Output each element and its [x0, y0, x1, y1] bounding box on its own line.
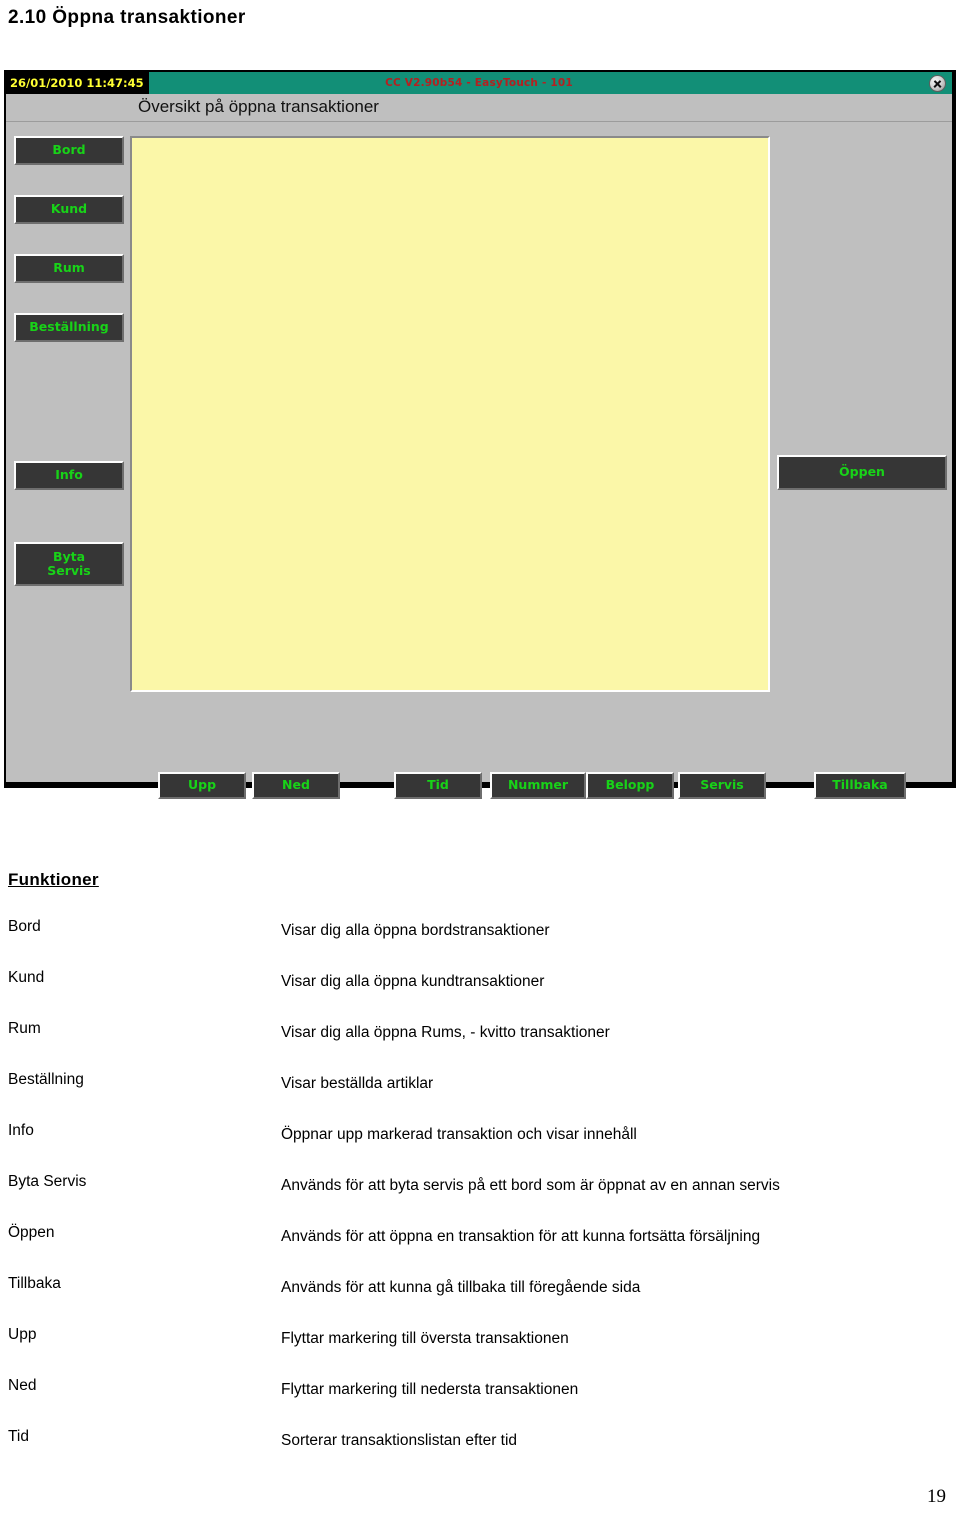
sidebar-button-bord[interactable]: Bord: [14, 136, 124, 165]
sidebar-button-byta-servis[interactable]: Byta Servis: [14, 542, 124, 586]
function-description: Används för att öppna en transaktion för…: [281, 1228, 761, 1245]
bottom-button-upp[interactable]: Upp: [158, 772, 246, 799]
function-description: Öppnar upp markerad transaktion och visa…: [281, 1126, 637, 1143]
bottom-button-belopp[interactable]: Belopp: [586, 772, 674, 799]
close-icon[interactable]: [929, 75, 946, 92]
page-number: 19: [927, 1486, 946, 1507]
function-name: Kund: [8, 969, 45, 986]
bottom-button-tid[interactable]: Tid: [394, 772, 482, 799]
bottom-button-nummer[interactable]: Nummer: [490, 772, 586, 799]
transaction-list[interactable]: [130, 136, 770, 692]
function-description: Flyttar markering till översta transakti…: [281, 1330, 569, 1347]
function-name: Ned: [8, 1377, 37, 1394]
function-name: Öppen: [8, 1224, 55, 1241]
function-name: Tillbaka: [8, 1275, 61, 1292]
function-description: Sorterar transaktionslistan efter tid: [281, 1432, 518, 1449]
screen-title: Översikt på öppna transaktioner: [138, 97, 379, 116]
functions-section-title: Funktioner: [8, 870, 99, 889]
function-description: Flyttar markering till nedersta transakt…: [281, 1381, 579, 1398]
function-name: Upp: [8, 1326, 37, 1343]
page-title: 2.10 Öppna transaktioner: [8, 7, 246, 28]
sidebar-button-beställning[interactable]: Beställning: [14, 313, 124, 342]
function-name: Tid: [8, 1428, 29, 1445]
bottom-button-tillbaka[interactable]: Tillbaka: [814, 772, 906, 799]
function-description: Visar beställda artiklar: [281, 1075, 434, 1092]
bottom-button-ned[interactable]: Ned: [252, 772, 340, 799]
function-description: Visar dig alla öppna kundtransaktioner: [281, 973, 545, 990]
sidebar-button-info[interactable]: Info: [14, 461, 124, 490]
window-titlebar: CC V2.90b54 - EasyTouch - 101 26/01/2010…: [6, 72, 952, 94]
function-description: Används för att kunna gå tillbaka till f…: [281, 1279, 641, 1296]
function-description: Visar dig alla öppna bordstransaktioner: [281, 922, 550, 939]
screen-header: Översikt på öppna transaktioner: [6, 94, 952, 122]
datetime-display: 26/01/2010 11:47:45: [6, 72, 149, 94]
function-name: Bord: [8, 918, 41, 935]
bottom-button-servis[interactable]: Servis: [678, 772, 766, 799]
application-screenshot: CC V2.90b54 - EasyTouch - 101 26/01/2010…: [4, 70, 956, 799]
sidebar-button-kund[interactable]: Kund: [14, 195, 124, 224]
function-name: Byta Servis: [8, 1173, 87, 1190]
sidebar-button-rum[interactable]: Rum: [14, 254, 124, 283]
open-button[interactable]: Öppen: [777, 455, 947, 490]
function-description: Visar dig alla öppna Rums, - kvitto tran…: [281, 1024, 610, 1041]
function-name: Beställning: [8, 1071, 84, 1088]
function-name: Rum: [8, 1020, 41, 1037]
function-description: Används för att byta servis på ett bord …: [281, 1177, 780, 1194]
function-name: Info: [8, 1122, 34, 1139]
